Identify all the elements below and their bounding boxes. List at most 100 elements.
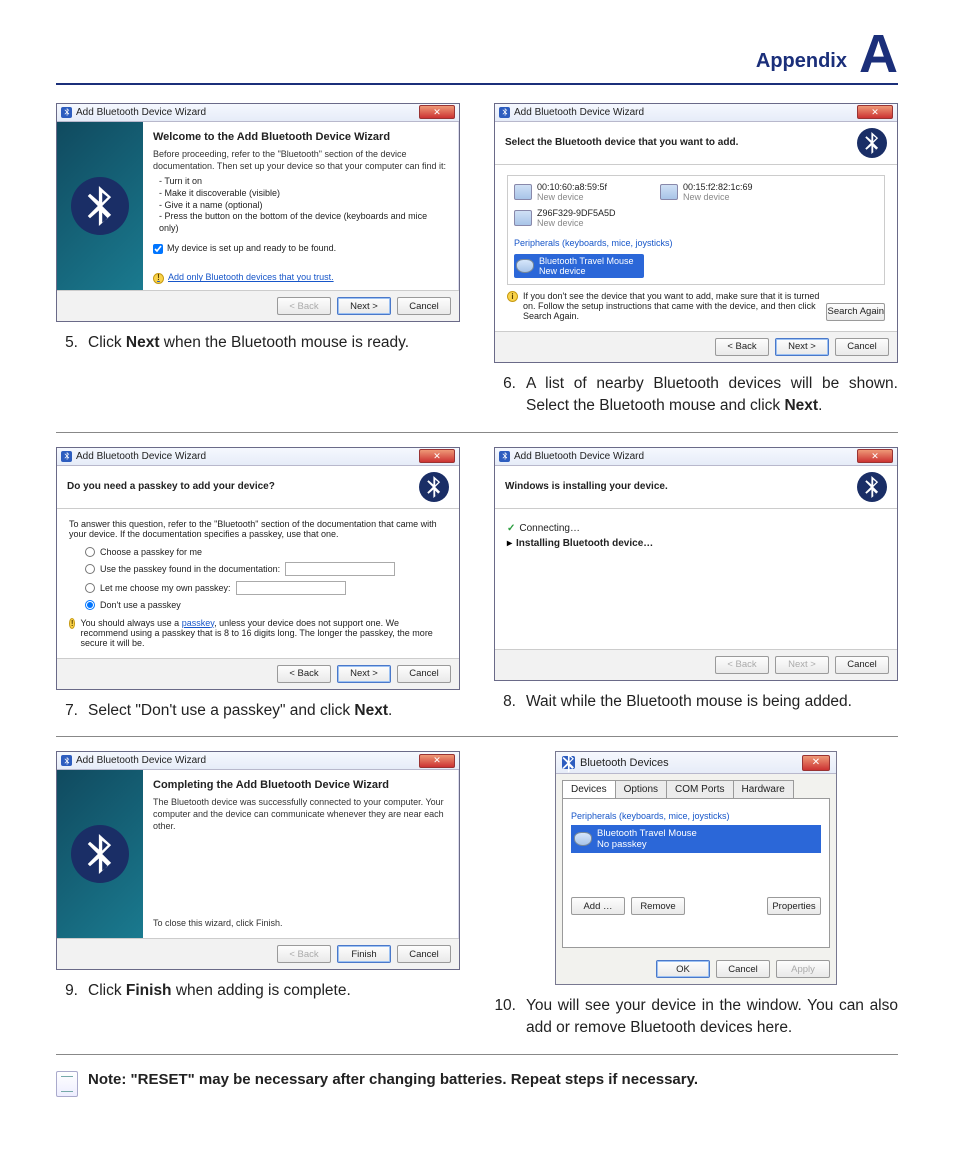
wizard-heading: Select the Bluetooth device that you wan… bbox=[505, 137, 849, 148]
intro-text: Before proceeding, refer to the "Bluetoo… bbox=[153, 149, 449, 172]
cancel-button[interactable]: Cancel bbox=[397, 297, 451, 315]
cancel-button[interactable]: Cancel bbox=[397, 665, 451, 683]
check-icon: ✓ bbox=[507, 523, 515, 534]
device-icon bbox=[660, 184, 678, 200]
ok-button[interactable]: OK bbox=[656, 960, 710, 978]
cancel-button[interactable]: Cancel bbox=[835, 656, 889, 674]
step5-caption: Click Next when the Bluetooth mouse is r… bbox=[88, 332, 409, 354]
tab-comports[interactable]: COM Ports bbox=[666, 780, 733, 798]
step-num: 9. bbox=[56, 980, 78, 1002]
properties-button[interactable]: Properties bbox=[767, 897, 821, 915]
close-icon[interactable]: ✕ bbox=[857, 449, 893, 463]
bluetooth-logo bbox=[857, 472, 887, 502]
device-icon bbox=[514, 184, 532, 200]
passkey-input[interactable] bbox=[285, 562, 395, 576]
bluetooth-icon bbox=[499, 107, 510, 118]
add-button[interactable]: Add … bbox=[571, 897, 625, 915]
wizard-step9: Add Bluetooth Device Wizard ✕ Completing … bbox=[56, 751, 460, 970]
device-item-selected[interactable]: Bluetooth Travel MouseNo passkey bbox=[571, 825, 821, 853]
back-button[interactable]: < Back bbox=[277, 297, 331, 315]
back-button[interactable]: < Back bbox=[277, 665, 331, 683]
cancel-button[interactable]: Cancel bbox=[397, 945, 451, 963]
installing-status: ▸Installing Bluetooth device… bbox=[507, 538, 885, 549]
step-num: 7. bbox=[56, 700, 78, 722]
back-button: < Back bbox=[715, 656, 769, 674]
window-title: Add Bluetooth Device Wizard bbox=[514, 451, 853, 462]
finish-button[interactable]: Finish bbox=[337, 945, 391, 963]
close-hint: To close this wizard, click Finish. bbox=[153, 918, 283, 930]
radio-own[interactable]: Let me choose my own passkey: bbox=[85, 581, 447, 595]
wizard-heading: Completing the Add Bluetooth Device Wiza… bbox=[153, 778, 449, 792]
arrow-icon: ▸ bbox=[507, 538, 512, 549]
device-category: Peripherals (keyboards, mice, joysticks) bbox=[571, 811, 821, 821]
note-icon bbox=[56, 1071, 78, 1097]
mouse-icon bbox=[574, 832, 592, 846]
bluetooth-logo bbox=[857, 128, 887, 158]
wizard-heading: Do you need a passkey to add your device… bbox=[67, 481, 411, 492]
step10-caption: You will see your device in the window. … bbox=[526, 995, 898, 1040]
apply-button: Apply bbox=[776, 960, 830, 978]
remove-button[interactable]: Remove bbox=[631, 897, 685, 915]
bluetooth-logo bbox=[419, 472, 449, 502]
next-button: Next > bbox=[775, 656, 829, 674]
device-icon bbox=[514, 210, 532, 226]
device-category: Peripherals (keyboards, mice, joysticks) bbox=[514, 238, 878, 248]
wizard-heading: Windows is installing your device. bbox=[505, 481, 849, 492]
wizard-step8: Add Bluetooth Device Wizard ✕ Windows is … bbox=[494, 447, 898, 681]
radio-choose[interactable]: Choose a passkey for me bbox=[85, 547, 447, 557]
info-text: If you don't see the device that you wan… bbox=[523, 291, 821, 321]
wizard-heading: Welcome to the Add Bluetooth Device Wiza… bbox=[153, 130, 449, 144]
bluetooth-icon bbox=[499, 451, 510, 462]
tab-devices[interactable]: Devices bbox=[562, 780, 616, 798]
close-icon[interactable]: ✕ bbox=[419, 449, 455, 463]
cancel-button[interactable]: Cancel bbox=[835, 338, 889, 356]
bluetooth-icon bbox=[61, 451, 72, 462]
warning-icon: ! bbox=[153, 273, 164, 284]
back-button[interactable]: < Back bbox=[715, 338, 769, 356]
close-icon[interactable]: ✕ bbox=[419, 105, 455, 119]
tab-hardware[interactable]: Hardware bbox=[733, 780, 794, 798]
mouse-icon bbox=[516, 259, 534, 273]
radio-none[interactable]: Don't use a passkey bbox=[85, 600, 447, 610]
passkey-intro: To answer this question, refer to the "B… bbox=[69, 519, 447, 539]
window-title: Add Bluetooth Device Wizard bbox=[514, 107, 853, 118]
device-list[interactable]: 00:10:60:a8:59:5fNew device 00:15:f2:82:… bbox=[507, 175, 885, 285]
info-icon: i bbox=[507, 291, 518, 302]
step-num: 10. bbox=[494, 995, 516, 1040]
window-title: Add Bluetooth Device Wizard bbox=[76, 451, 415, 462]
note-text: Note: "RESET" may be necessary after cha… bbox=[88, 1071, 698, 1088]
step-num: 8. bbox=[494, 691, 516, 713]
appendix-title: Appendix bbox=[756, 50, 847, 79]
window-title: Add Bluetooth Device Wizard bbox=[76, 755, 415, 766]
bluetooth-logo bbox=[71, 825, 129, 883]
dialog-title: Bluetooth Devices bbox=[580, 757, 797, 769]
warning-icon: ! bbox=[69, 618, 75, 629]
search-again-button[interactable]: Search Again bbox=[826, 303, 885, 321]
radio-doc[interactable]: Use the passkey found in the documentati… bbox=[85, 562, 447, 576]
trust-link[interactable]: !Add only Bluetooth devices that you tru… bbox=[153, 272, 449, 284]
cancel-button[interactable]: Cancel bbox=[716, 960, 770, 978]
device-item-selected[interactable]: Bluetooth Travel MouseNew device bbox=[514, 254, 644, 278]
close-icon[interactable]: ✕ bbox=[419, 754, 455, 768]
ready-checkbox[interactable]: My device is set up and ready to be foun… bbox=[153, 243, 449, 255]
bluetooth-logo bbox=[71, 177, 129, 235]
device-item[interactable]: 00:15:f2:82:1c:69New device bbox=[660, 182, 790, 202]
passkey-input[interactable] bbox=[236, 581, 346, 595]
next-button[interactable]: Next > bbox=[775, 338, 829, 356]
window-title: Add Bluetooth Device Wizard bbox=[76, 107, 415, 118]
connecting-status: ✓Connecting… bbox=[507, 523, 885, 534]
next-button[interactable]: Next > bbox=[337, 665, 391, 683]
step9-caption: Click Finish when adding is complete. bbox=[88, 980, 351, 1002]
close-icon[interactable]: ✕ bbox=[802, 755, 830, 771]
tab-options[interactable]: Options bbox=[615, 780, 667, 798]
close-icon[interactable]: ✕ bbox=[857, 105, 893, 119]
back-button: < Back bbox=[277, 945, 331, 963]
complete-text: The Bluetooth device was successfully co… bbox=[153, 797, 449, 832]
step6-caption: A list of nearby Bluetooth devices will … bbox=[526, 373, 898, 418]
device-item[interactable]: Z96F329-9DF5A5DNew device bbox=[514, 208, 644, 228]
setup-list: Turn it onMake it discoverable (visible)… bbox=[159, 176, 449, 234]
appendix-letter: A bbox=[859, 30, 898, 79]
device-item[interactable]: 00:10:60:a8:59:5fNew device bbox=[514, 182, 644, 202]
next-button[interactable]: Next > bbox=[337, 297, 391, 315]
wizard-step7: Add Bluetooth Device Wizard ✕ Do you need… bbox=[56, 447, 460, 690]
